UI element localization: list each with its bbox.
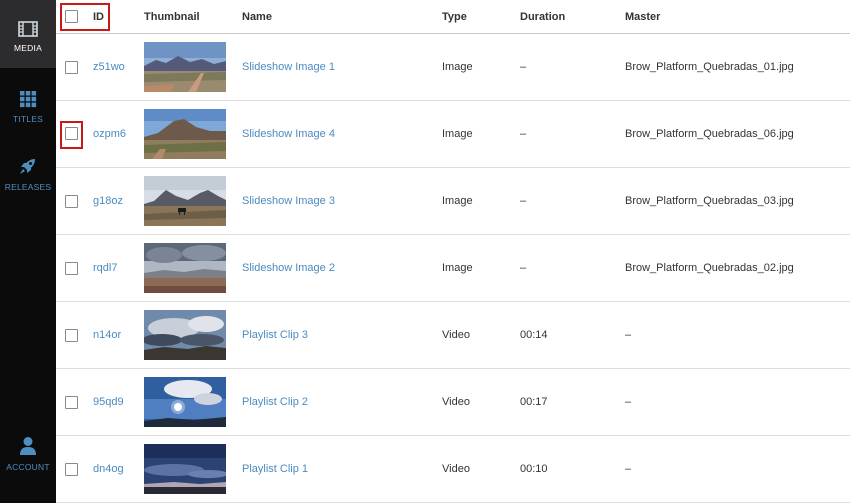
row-duration: 00:14 <box>520 329 548 341</box>
row-master: – <box>625 329 632 341</box>
thumbnail-image[interactable] <box>144 444 226 494</box>
nav-titles[interactable]: TITLES <box>0 90 56 124</box>
row-master: Brow_Platform_Quebradas_01.jpg <box>625 61 794 73</box>
film-icon <box>18 21 38 37</box>
table-row[interactable]: g18oz Slideshow Image 3 Image – Brow_Pla… <box>56 168 850 235</box>
row-checkbox[interactable] <box>65 195 78 208</box>
cattle-valley-thumbnail <box>144 176 226 226</box>
table-row[interactable]: dn4og Playlist Clip 1 Video 00:10 – <box>56 436 850 503</box>
row-name-link[interactable]: Slideshow Image 2 <box>242 262 335 274</box>
table-row[interactable]: 95qd9 Playlist Clip 2 Video 00:17 – <box>56 369 850 436</box>
grid-icon <box>20 91 37 108</box>
row-id-link[interactable]: rqdl7 <box>93 262 117 274</box>
table-row[interactable]: rqdl7 Slideshow Image 2 Image – Brow_Pla… <box>56 235 850 302</box>
table-row[interactable]: z51wo Slideshow Image 1 Image – Brow_Pla… <box>56 34 850 101</box>
row-type: Video <box>442 329 470 341</box>
row-master: – <box>625 463 632 475</box>
row-checkbox[interactable] <box>65 127 78 140</box>
row-duration: 00:10 <box>520 463 548 475</box>
column-id-header[interactable]: ID <box>93 11 104 23</box>
row-name-link[interactable]: Slideshow Image 3 <box>242 195 335 207</box>
row-master: – <box>625 396 632 408</box>
dusk-sky-thumbnail <box>144 444 226 494</box>
row-master: Brow_Platform_Quebradas_03.jpg <box>625 195 794 207</box>
row-name-link[interactable]: Slideshow Image 4 <box>242 128 335 140</box>
nav-media-label: MEDIA <box>14 43 42 53</box>
column-thumbnail-header: Thumbnail <box>144 11 200 23</box>
row-checkbox[interactable] <box>65 262 78 275</box>
row-id-link[interactable]: z51wo <box>93 61 125 73</box>
row-master: Brow_Platform_Quebradas_02.jpg <box>625 262 794 274</box>
row-type: Video <box>442 463 470 475</box>
row-checkbox[interactable] <box>65 329 78 342</box>
row-duration: – <box>520 262 527 274</box>
row-type: Video <box>442 396 470 408</box>
row-id-link[interactable]: g18oz <box>93 195 123 207</box>
column-duration-header[interactable]: Duration <box>520 11 565 23</box>
stormy-sky-thumbnail <box>144 243 226 293</box>
column-name-header[interactable]: Name <box>242 11 272 23</box>
thumbnail-image[interactable] <box>144 243 226 293</box>
row-duration: – <box>520 128 527 140</box>
thumbnail-image[interactable] <box>144 176 226 226</box>
row-id-link[interactable]: n14or <box>93 329 121 341</box>
row-name-link[interactable]: Playlist Clip 1 <box>242 463 308 475</box>
row-type: Image <box>442 195 473 207</box>
row-id-link[interactable]: 95qd9 <box>93 396 124 408</box>
nav-account[interactable]: ACCOUNT <box>0 436 56 472</box>
thumbnail-image[interactable] <box>144 42 226 92</box>
row-type: Image <box>442 262 473 274</box>
thumbnail-image[interactable] <box>144 377 226 427</box>
nav-releases-label: RELEASES <box>4 182 52 192</box>
rocket-icon <box>20 159 35 174</box>
thumbnail-image[interactable] <box>144 310 226 360</box>
row-id-link[interactable]: ozpm6 <box>93 128 126 140</box>
thumbnail-image[interactable] <box>144 109 226 159</box>
table-header: ID Thumbnail Name Type Duration Master <box>56 0 850 34</box>
row-type: Image <box>442 61 473 73</box>
row-name-link[interactable]: Slideshow Image 1 <box>242 61 335 73</box>
nav-media[interactable]: MEDIA <box>0 0 56 68</box>
nav-account-label: ACCOUNT <box>6 462 50 472</box>
row-name-link[interactable]: Playlist Clip 2 <box>242 396 308 408</box>
table-row[interactable]: n14or Playlist Clip 3 Video 00:14 – <box>56 302 850 369</box>
sidebar: MEDIA TITLES RELEASES ACCOUNT <box>0 0 56 503</box>
row-checkbox[interactable] <box>65 61 78 74</box>
select-all-checkbox[interactable] <box>65 10 78 23</box>
row-duration: – <box>520 61 527 73</box>
desert-road-thumbnail <box>144 42 226 92</box>
row-type: Image <box>442 128 473 140</box>
column-type-header[interactable]: Type <box>442 11 467 23</box>
nav-releases[interactable]: RELEASES <box>0 156 56 192</box>
row-duration: 00:17 <box>520 396 548 408</box>
row-checkbox[interactable] <box>65 463 78 476</box>
user-icon <box>20 437 36 455</box>
row-name-link[interactable]: Playlist Clip 3 <box>242 329 308 341</box>
row-master: Brow_Platform_Quebradas_06.jpg <box>625 128 794 140</box>
row-checkbox[interactable] <box>65 396 78 409</box>
column-master-header[interactable]: Master <box>625 11 660 23</box>
table-row[interactable]: ozpm6 Slideshow Image 4 Image – Brow_Pla… <box>56 101 850 168</box>
nav-titles-label: TITLES <box>12 114 43 124</box>
mountain-scrub-thumbnail <box>144 109 226 159</box>
sun-clouds-thumbnail <box>144 377 226 427</box>
cloudy-sky-thumbnail <box>144 310 226 360</box>
row-id-link[interactable]: dn4og <box>93 463 124 475</box>
row-duration: – <box>520 195 527 207</box>
